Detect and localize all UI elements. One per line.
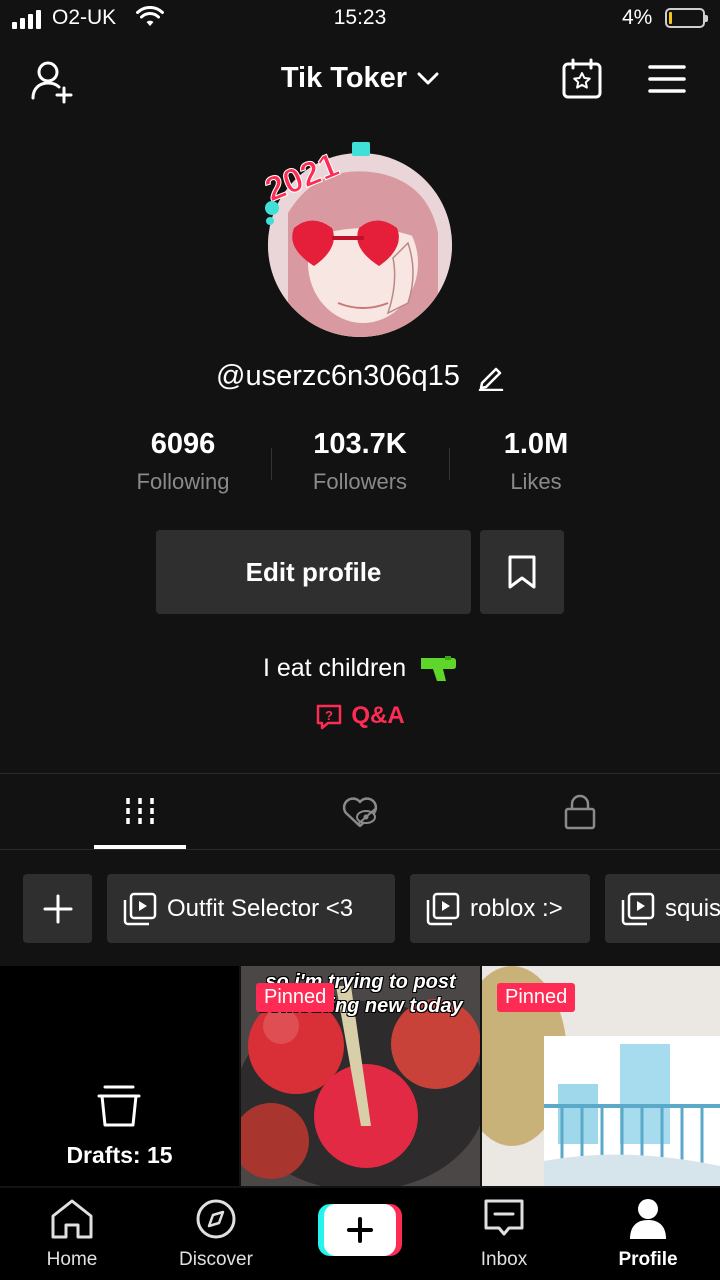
chevron-down-icon <box>417 72 439 85</box>
favorites-button[interactable] <box>480 530 564 614</box>
clock: 15:23 <box>333 6 387 29</box>
qa-icon: ? <box>317 704 342 729</box>
new-year-badge: 2021 <box>259 142 370 225</box>
bio-text: I eat children <box>262 654 407 682</box>
battery-percent: 4% <box>622 6 653 29</box>
bookmark-icon <box>508 555 536 589</box>
playlist-label: squishmallows <box>665 894 720 922</box>
drafts-count: Drafts: 15 <box>66 1142 173 1168</box>
nav-profile[interactable]: Profile <box>576 1198 720 1271</box>
hidden-heart-icon <box>342 796 378 827</box>
tab-liked[interactable] <box>240 774 480 849</box>
lock-icon <box>564 794 596 829</box>
playlist-icon <box>426 892 460 925</box>
playlist-label: Outfit Selector <3 <box>167 894 354 922</box>
playlist-chip[interactable]: Outfit Selector <3 <box>107 874 395 943</box>
nav-label: Discover <box>179 1249 253 1270</box>
stat-value: 6096 <box>150 428 216 460</box>
create-button[interactable] <box>318 1204 402 1256</box>
playlist-label: roblox :> <box>470 894 563 922</box>
username-row: @userzc6n306q15 <box>0 360 720 393</box>
tab-private[interactable] <box>460 774 700 849</box>
pinned-badge: Pinned <box>256 983 335 1012</box>
water-pistol-icon <box>421 656 457 682</box>
stat-following[interactable]: 6096 Following <box>93 428 273 495</box>
nav-discover[interactable]: Discover <box>144 1198 288 1271</box>
calendar-icon[interactable] <box>562 58 602 100</box>
svg-text:2021: 2021 <box>260 146 344 210</box>
playlist-chip[interactable]: squishmallows <box>605 874 720 943</box>
nav-inbox[interactable]: Inbox <box>432 1198 576 1271</box>
qa-link[interactable]: ? Q&A <box>0 702 720 731</box>
qa-label: Q&A <box>351 702 405 729</box>
stat-label: Likes <box>510 469 562 494</box>
plus-icon <box>43 894 72 923</box>
tab-videos[interactable] <box>20 774 260 849</box>
home-icon <box>51 1199 93 1239</box>
edit-icon[interactable] <box>478 363 504 392</box>
video-thumbnail[interactable]: Pinned <box>482 966 720 1186</box>
account-switcher[interactable]: Tik Toker <box>0 62 720 95</box>
pinned-badge: Pinned <box>497 983 576 1012</box>
nav-label: Inbox <box>480 1249 528 1270</box>
inbox-icon <box>484 1199 524 1236</box>
profile-header: Tik Toker <box>0 50 720 110</box>
stat-label: Followers <box>312 469 408 494</box>
playlist-icon <box>123 892 157 925</box>
nav-home[interactable]: Home <box>0 1198 144 1271</box>
divider <box>0 849 720 850</box>
edit-profile-button[interactable]: Edit profile <box>156 530 471 614</box>
stat-value: 103.7K <box>313 428 407 460</box>
playlist-icon <box>621 892 655 925</box>
nav-label: Home <box>46 1249 98 1270</box>
plus-icon <box>347 1217 373 1243</box>
svg-text:?: ? <box>325 708 333 723</box>
grid-icon <box>126 797 154 826</box>
account-title: Tik Toker <box>280 62 408 94</box>
playlist-chip[interactable]: roblox :> <box>410 874 590 943</box>
stat-followers[interactable]: 103.7K Followers <box>270 428 450 495</box>
stat-likes[interactable]: 1.0M Likes <box>446 428 626 495</box>
add-playlist-button[interactable] <box>23 874 92 943</box>
stat-label: Following <box>136 469 230 494</box>
battery-icon <box>665 8 708 28</box>
username: @userzc6n306q15 <box>216 360 460 392</box>
stat-value: 1.0M <box>503 428 569 460</box>
bio: I eat children <box>0 654 720 684</box>
compass-icon <box>196 1199 236 1239</box>
profile-icon <box>630 1199 666 1239</box>
status-bar: O2-UK 15:23 4% <box>0 0 720 40</box>
video-thumbnail[interactable]: so i'm trying to post something new toda… <box>241 966 480 1186</box>
drafts-box-icon <box>97 1085 141 1127</box>
nav-label: Profile <box>618 1249 678 1270</box>
menu-icon[interactable] <box>648 64 686 94</box>
drafts-tile[interactable]: Drafts: 15 <box>0 966 239 1186</box>
bottom-nav: Home Discover Inbox Profile <box>0 1188 720 1280</box>
